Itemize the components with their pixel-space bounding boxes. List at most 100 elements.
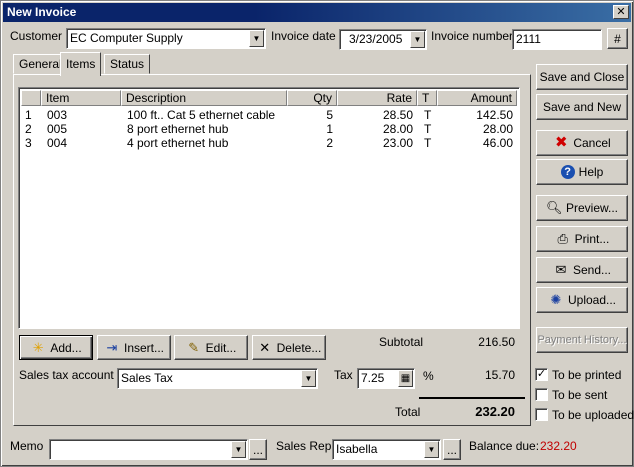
row-rate: 23.00: [382, 136, 413, 150]
magnifier-icon: 🔍︎: [545, 200, 563, 215]
delete-item-button[interactable]: ✕ Delete...: [252, 335, 326, 360]
edit-label: Edit...: [205, 340, 237, 355]
memo-select[interactable]: ▼: [49, 439, 248, 460]
row-line: 3: [25, 136, 32, 150]
chevron-down-icon[interactable]: ▼: [424, 441, 439, 458]
customer-select[interactable]: EC Computer Supply ▼: [66, 28, 266, 49]
sales-rep-ellipsis-button[interactable]: ...: [443, 439, 461, 460]
column-header-rate[interactable]: Rate: [337, 90, 417, 106]
help-icon: ?: [560, 165, 575, 179]
row-qty: 2: [326, 136, 333, 150]
column-header-line[interactable]: [21, 90, 41, 106]
total-value: 232.20: [475, 404, 515, 419]
sparkle-icon: ✳: [32, 339, 44, 355]
tab-status[interactable]: Status: [104, 54, 151, 74]
to-be-printed-checkbox[interactable]: ✓: [535, 368, 548, 381]
column-header-qty[interactable]: Qty: [287, 90, 337, 106]
insert-label: Insert...: [123, 340, 164, 355]
row-description: 100 ft.. Cat 5 ethernet cable: [127, 108, 276, 122]
insert-item-button[interactable]: ⇥ Insert...: [97, 335, 171, 360]
row-item: 005: [47, 122, 68, 136]
row-amount: 142.50: [476, 108, 513, 122]
invoice-number-button[interactable]: #: [607, 28, 628, 49]
row-line: 1: [25, 108, 32, 122]
column-header-description[interactable]: Description: [121, 90, 287, 106]
row-tax: T: [424, 136, 432, 150]
payment-history-button[interactable]: Payment History...: [536, 327, 628, 353]
insert-icon: ⇥: [106, 339, 118, 355]
calculator-icon[interactable]: ▦: [398, 370, 413, 387]
chevron-down-icon[interactable]: ▼: [231, 441, 246, 458]
percent-sign: %: [423, 369, 434, 383]
preview-button[interactable]: 🔍︎ Preview...: [536, 195, 628, 221]
items-grid[interactable]: Item Description Qty Rate T Amount 1 003…: [18, 87, 520, 329]
envelope-icon: ✉: [555, 262, 567, 277]
title-bar: New Invoice ✕: [3, 3, 631, 22]
chevron-down-icon[interactable]: ▼: [301, 370, 316, 387]
invoice-number-value: 2111: [516, 32, 541, 46]
help-label: Help: [578, 165, 604, 179]
sales-rep-label: Sales Rep.: [276, 439, 335, 453]
to-be-uploaded-checkbox[interactable]: [535, 408, 548, 421]
sales-tax-account-value: Sales Tax: [121, 371, 173, 385]
row-tax: T: [424, 108, 432, 122]
memo-label: Memo: [10, 439, 44, 453]
customer-label: Customer: [10, 29, 63, 43]
preview-label: Preview...: [565, 201, 619, 215]
column-header-item[interactable]: Item: [41, 90, 121, 106]
send-button[interactable]: ✉ Send...: [536, 257, 628, 283]
invoice-window: New Invoice ✕ Customer EC Computer Suppl…: [0, 0, 634, 467]
add-label: Add...: [50, 340, 82, 355]
column-header-amount[interactable]: Amount: [437, 90, 517, 106]
to-be-printed-label: To be printed: [552, 368, 622, 382]
row-rate: 28.00: [382, 122, 413, 136]
customer-value: EC Computer Supply: [70, 31, 183, 45]
print-label: Print...: [574, 232, 610, 246]
row-qty: 1: [326, 122, 333, 136]
row-item: 003: [47, 108, 68, 122]
balance-due-value: 232.20: [540, 439, 577, 453]
window-title: New Invoice: [7, 5, 77, 19]
close-icon[interactable]: ✕: [613, 5, 629, 19]
save-and-close-button[interactable]: Save and Close: [536, 64, 628, 90]
chevron-down-icon[interactable]: ▼: [410, 31, 425, 48]
sales-tax-account-label: Sales tax account: [19, 368, 114, 382]
chevron-down-icon[interactable]: ▼: [249, 30, 264, 47]
sales-tax-account-select[interactable]: Sales Tax ▼: [117, 368, 318, 389]
column-header-tax[interactable]: T: [417, 90, 437, 106]
upload-label: Upload...: [567, 293, 617, 307]
total-label: Total: [395, 405, 421, 419]
cancel-button[interactable]: ✖ Cancel: [536, 130, 628, 156]
add-item-button[interactable]: ✳ Add...: [19, 335, 93, 360]
subtotal-value: 216.50: [478, 335, 515, 349]
tab-items[interactable]: Items: [60, 52, 102, 76]
invoice-number-label: Invoice number: [431, 29, 514, 43]
invoice-number-field[interactable]: 2111: [512, 29, 602, 50]
row-amount: 28.00: [482, 122, 513, 136]
invoice-date-value: 3/23/2005: [349, 32, 403, 46]
tax-value: 15.70: [484, 368, 515, 382]
to-be-sent-label: To be sent: [552, 388, 608, 402]
invoice-date-field[interactable]: 3/23/2005 ▼: [339, 29, 427, 50]
row-item: 004: [47, 136, 68, 150]
help-button[interactable]: ? Help: [536, 159, 628, 185]
x-icon: ✕: [259, 339, 271, 355]
row-rate: 28.50: [382, 108, 413, 122]
save-and-new-button[interactable]: Save and New: [536, 94, 628, 120]
tax-rate-field[interactable]: 7.25 ▦: [357, 368, 415, 389]
row-qty: 5: [326, 108, 333, 122]
subtotal-label: Subtotal: [379, 335, 424, 349]
row-amount: 46.00: [482, 136, 513, 150]
edit-item-button[interactable]: ✎ Edit...: [174, 335, 248, 360]
sales-rep-select[interactable]: Isabella ▼: [332, 439, 441, 460]
tax-rate-value: 7.25: [361, 371, 385, 385]
row-line: 2: [25, 122, 32, 136]
row-tax: T: [424, 122, 432, 136]
upload-icon: ✺: [550, 292, 562, 307]
cancel-label: Cancel: [573, 136, 611, 150]
print-button[interactable]: ⎙ Print...: [536, 226, 628, 252]
row-description: 4 port ethernet hub: [127, 136, 229, 150]
to-be-sent-checkbox[interactable]: [535, 388, 548, 401]
memo-ellipsis-button[interactable]: ...: [249, 439, 267, 460]
upload-button[interactable]: ✺ Upload...: [536, 287, 628, 313]
